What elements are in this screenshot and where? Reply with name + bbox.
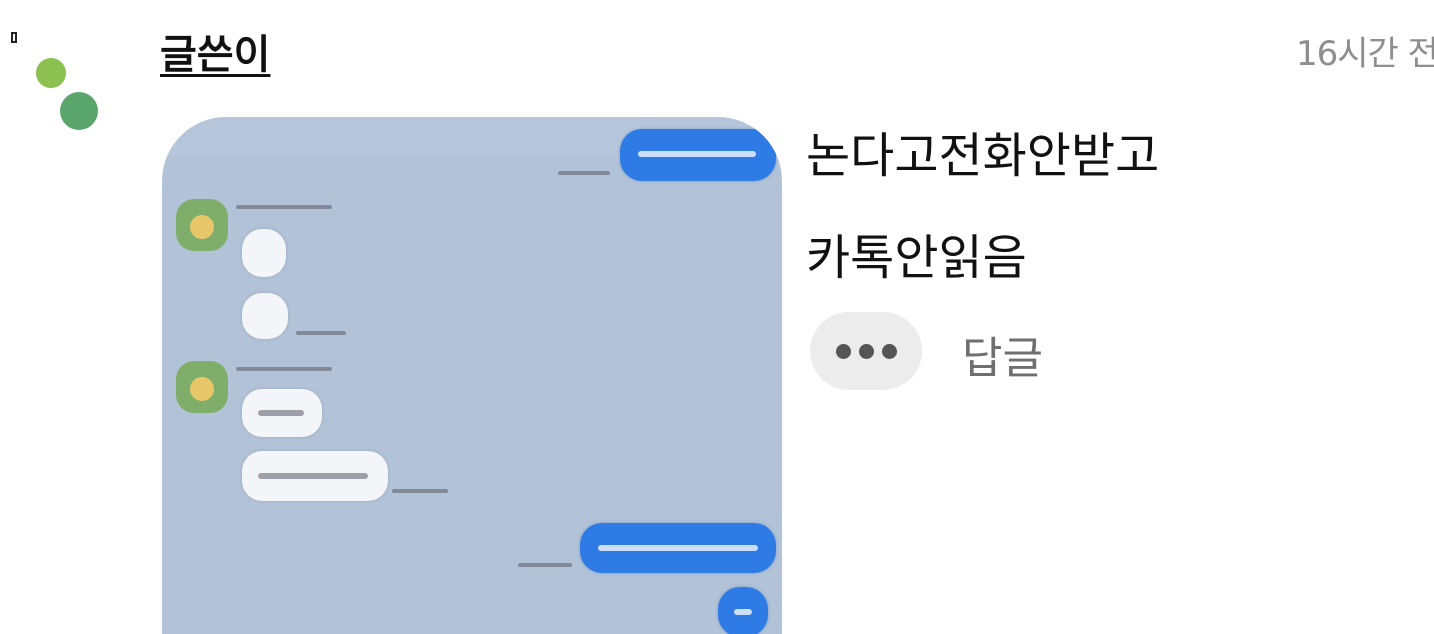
chat-avatar-icon — [176, 361, 228, 413]
sender-name — [236, 205, 332, 209]
author-name-link[interactable]: 글쓴이 — [160, 22, 270, 80]
incoming-bubble — [242, 229, 286, 277]
reply-button[interactable]: 답글 — [962, 322, 1043, 386]
message-time — [558, 171, 610, 175]
checkbox-marker-icon[interactable] — [11, 32, 17, 43]
comment-post: 글쓴이 16시간 전 논다고전화안받고 카톡안읽음 답글 — [0, 0, 1434, 634]
chat-avatar-icon — [176, 199, 228, 251]
more-options-button[interactable] — [810, 312, 922, 390]
post-timestamp: 16시간 전 — [1296, 34, 1434, 74]
sender-name — [236, 367, 332, 371]
avatar-dot-light — [36, 58, 66, 88]
incoming-bubble — [242, 293, 288, 339]
message-time — [518, 563, 572, 567]
incoming-bubble — [242, 451, 388, 501]
message-time — [296, 331, 346, 335]
author-avatar-icon[interactable] — [36, 58, 108, 130]
post-caption-line-2: 카톡안읽음 — [806, 230, 1027, 286]
outgoing-bubble — [718, 587, 768, 634]
outgoing-bubble — [620, 129, 776, 181]
avatar-dot-dark — [60, 92, 98, 130]
attached-chat-screenshot[interactable] — [162, 117, 782, 634]
message-time — [392, 489, 448, 493]
more-horizontal-icon — [835, 343, 851, 359]
post-caption-line-1: 논다고전화안받고 — [806, 128, 1160, 184]
outgoing-bubble — [580, 523, 776, 573]
incoming-bubble — [242, 389, 322, 437]
